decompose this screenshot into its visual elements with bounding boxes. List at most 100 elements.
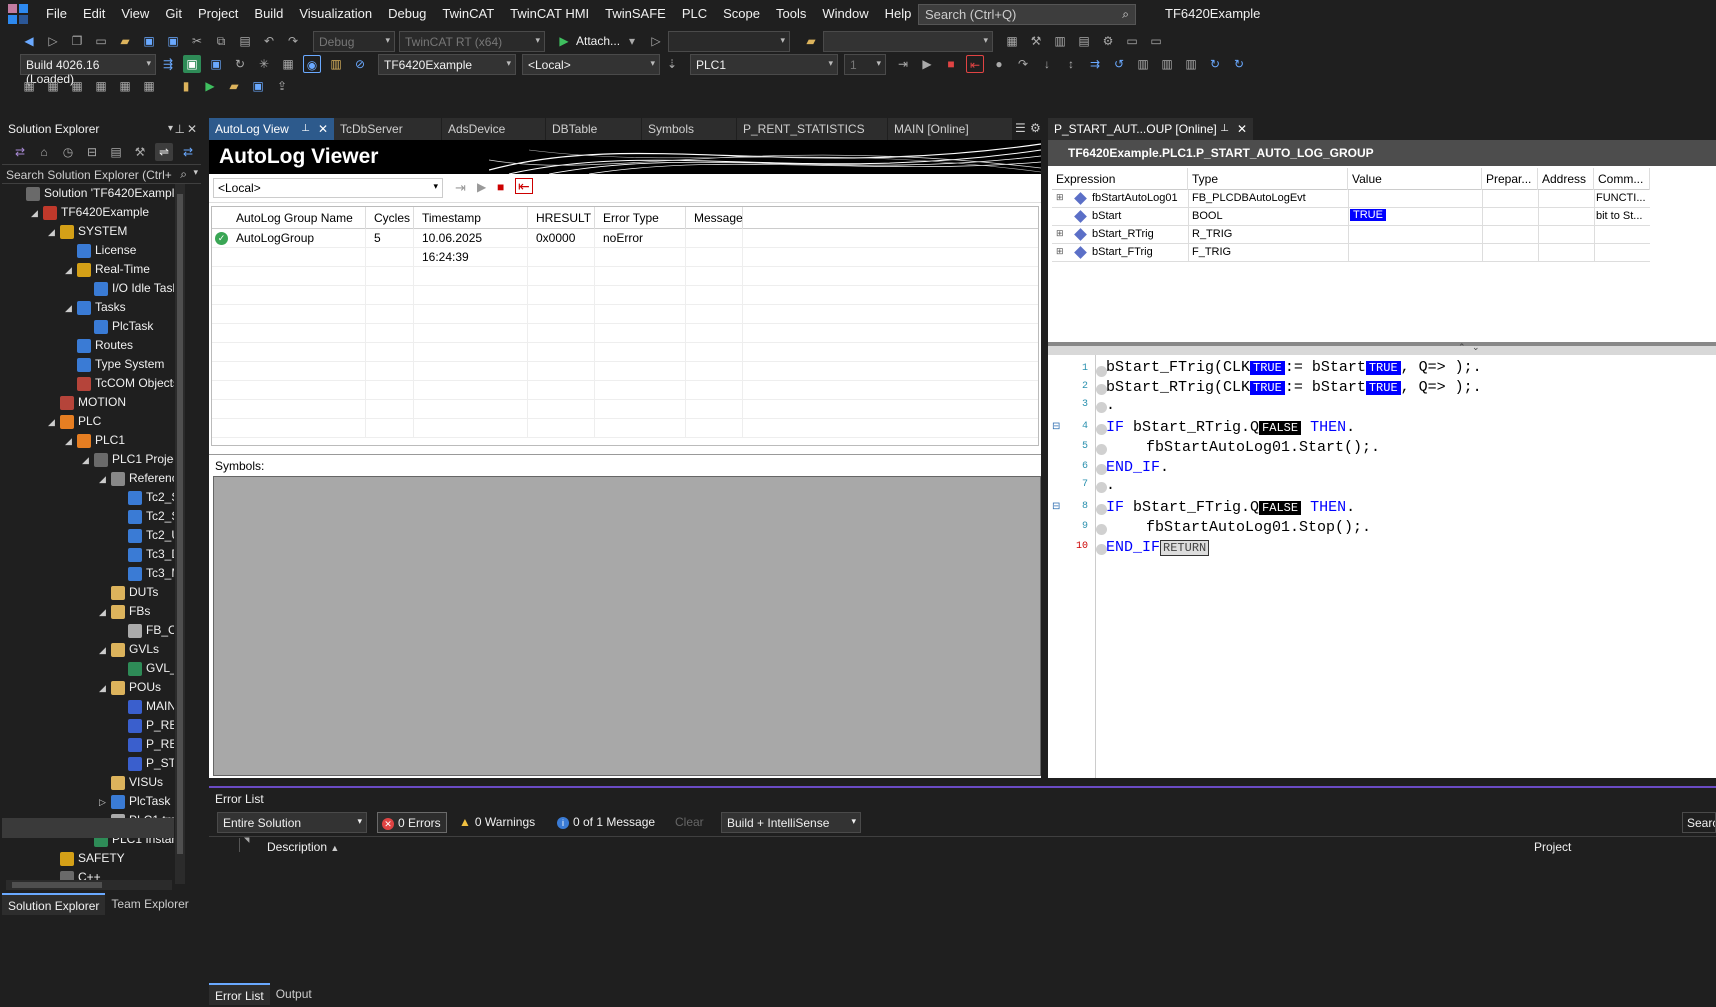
tree-item[interactable]: GVL_Re [2, 659, 174, 678]
show-sub-items-icon[interactable]: ▥ [327, 55, 345, 73]
scan-icon[interactable]: ▥ [1051, 32, 1069, 50]
watch-column-header[interactable]: Prepar... [1482, 168, 1538, 190]
menu-git[interactable]: Git [157, 0, 190, 28]
toolbar-icon-e[interactable]: ▦ [116, 77, 134, 95]
tree-item[interactable]: Tc2_Sta [2, 488, 174, 507]
reset-icon[interactable]: ↺ [1110, 55, 1128, 73]
plc-stop-icon[interactable]: ■ [942, 55, 960, 73]
reset-cold-icon[interactable]: ↻ [1206, 55, 1224, 73]
tree-item[interactable]: FB_CLC [2, 621, 174, 640]
tree-item[interactable]: Tc2_Util [2, 526, 174, 545]
expand-icon[interactable]: ⊞ [1056, 246, 1064, 257]
reset-origin-icon[interactable]: ↻ [1230, 55, 1248, 73]
start-icon[interactable]: ▶ [555, 32, 573, 50]
tab-main-online[interactable]: MAIN [Online] [888, 118, 1012, 140]
debug-target-dropdown[interactable]: ▾ [668, 30, 791, 52]
warnings-filter-button[interactable]: ▲ 0 Warnings [459, 815, 535, 829]
pin-icon[interactable]: ⊥ [175, 118, 185, 140]
expand-arrow-icon[interactable]: ◢ [65, 261, 77, 280]
tree-item[interactable]: I/O Idle Task [2, 279, 174, 298]
tree-item[interactable]: VISUs [2, 773, 163, 792]
splitter-up-icon[interactable]: ⌃ [1458, 342, 1466, 353]
tree-item[interactable]: MAIN ( [2, 697, 174, 716]
add-item-icon[interactable]: ▭ [92, 32, 110, 50]
toolbar-icon-a[interactable]: ▦ [20, 77, 38, 95]
attach-button[interactable]: Attach... [576, 34, 620, 48]
tab-adsdevice[interactable]: AdsDevice [442, 118, 545, 140]
settings-icon[interactable]: ⚒ [1027, 32, 1045, 50]
tree-item[interactable]: P_RENT [2, 716, 174, 735]
home-icon[interactable]: ⌂ [35, 143, 53, 161]
description-column-header[interactable]: Description ▲ [267, 840, 339, 854]
search-options-icon[interactable]: ▾ [193, 167, 198, 178]
pin-icon[interactable]: ⊥ [1220, 118, 1229, 140]
tree-item[interactable]: License [2, 241, 136, 260]
step-out-icon[interactable]: ↕ [1062, 55, 1080, 73]
project-column-header[interactable]: Project [1534, 840, 1571, 854]
activate-config-icon[interactable]: ▦ [1003, 32, 1021, 50]
show-online-icon[interactable]: ◉ [303, 55, 321, 73]
autolog-column-header[interactable]: HRESULT [530, 207, 595, 229]
unforce-icon[interactable]: ▥ [1182, 55, 1200, 73]
tree-item[interactable]: Routes [2, 336, 133, 355]
window-icon[interactable]: ▭ [1147, 32, 1165, 50]
tree-item[interactable]: ◢ References [2, 469, 174, 488]
expand-arrow-icon[interactable]: ◢ [31, 204, 43, 223]
expand-arrow-icon[interactable]: ◢ [99, 470, 111, 489]
step-over-icon[interactable]: ↷ [1014, 55, 1032, 73]
search-input[interactable]: Search (Ctrl+Q) ⌕ [918, 4, 1136, 25]
attach-dropdown-icon[interactable]: ▾ [623, 32, 641, 50]
menu-debug[interactable]: Debug [380, 0, 434, 28]
new-project-icon[interactable]: ❐ [68, 32, 86, 50]
copy-icon[interactable]: ⧉ [212, 32, 230, 50]
toolbar-icon-d[interactable]: ▦ [92, 77, 110, 95]
target-system-dropdown[interactable]: <Local> ▾ [522, 53, 660, 75]
project-dropdown[interactable]: TF6420Example ▾ [378, 53, 516, 75]
watch-row[interactable]: ⊞ fbStartAutoLog01 FB_PLCDBAutoLogEvt FUNCT… [1052, 190, 1650, 208]
tools-icon[interactable]: ⚙ [1099, 32, 1117, 50]
tree-item[interactable]: PlcTask [2, 317, 153, 336]
toolbar-icon-c[interactable]: ▦ [68, 77, 86, 95]
fold-icon[interactable]: ⊟ [1052, 421, 1060, 432]
scope-icon[interactable]: ▣ [249, 77, 267, 95]
tree-item[interactable]: TcCOM Objects [2, 374, 174, 393]
build-filter-dropdown[interactable]: Build + IntelliSense ▾ [721, 812, 861, 833]
expand-arrow-icon[interactable]: ◢ [65, 299, 77, 318]
clear-button[interactable]: Clear [675, 815, 704, 829]
platform-dropdown[interactable]: TwinCAT RT (x64) ▾ [399, 30, 545, 52]
autolog-column-header[interactable]: Timestamp [416, 207, 528, 229]
tree-item[interactable]: ◢ SYSTEM [2, 222, 127, 241]
login-icon[interactable]: ⇥ [894, 55, 912, 73]
save-all-icon[interactable]: ▣ [164, 32, 182, 50]
fold-icon[interactable]: ⊟ [1052, 501, 1060, 512]
back-icon[interactable]: ◀ [20, 32, 38, 50]
step-into-icon[interactable]: ↓ [1038, 55, 1056, 73]
solution-search-input[interactable]: Search Solution Explorer (Ctrl+ ⌕ ▾ [2, 164, 201, 184]
expand-arrow-icon[interactable]: ◢ [65, 432, 77, 451]
tab-dbtable[interactable]: DBTable [546, 118, 641, 140]
redo-icon[interactable]: ↷ [284, 32, 302, 50]
menu-help[interactable]: Help [877, 0, 920, 28]
force-values-icon[interactable]: ▥ [1158, 55, 1176, 73]
plc-instance-dropdown[interactable]: 1 ▾ [844, 53, 886, 75]
target-browser-icon[interactable]: ▤ [1075, 32, 1093, 50]
tree-item[interactable]: MOTION [2, 393, 126, 412]
expand-arrow-icon[interactable]: ◢ [99, 603, 111, 622]
tree-item[interactable]: ◢ TF6420Example [2, 203, 149, 222]
autolog-start-icon[interactable]: ▶ [477, 180, 486, 194]
toolbar-icon-f[interactable]: ▦ [140, 77, 158, 95]
menu-project[interactable]: Project [190, 0, 246, 28]
undo-icon[interactable]: ↶ [260, 32, 278, 50]
close-tab-icon[interactable]: ✕ [318, 118, 328, 140]
splitter-down-icon[interactable]: ⌄ [1472, 342, 1480, 353]
tree-item[interactable]: ▷ PlcTask (Pl [2, 792, 174, 811]
autolog-column-header[interactable]: Error Type [597, 207, 686, 229]
plc-start-icon[interactable]: ▶ [918, 55, 936, 73]
settings-icon[interactable]: ⚙ [1030, 121, 1041, 135]
reload-devices-icon[interactable]: ↻ [231, 55, 249, 73]
autolog-column-header[interactable]: AutoLog Group Name [230, 207, 366, 229]
tree-item[interactable]: ◢ PLC [2, 412, 101, 431]
copy-folder-icon[interactable]: ▰ [225, 77, 243, 95]
menu-visualization[interactable]: Visualization [291, 0, 380, 28]
menu-window[interactable]: Window [814, 0, 876, 28]
